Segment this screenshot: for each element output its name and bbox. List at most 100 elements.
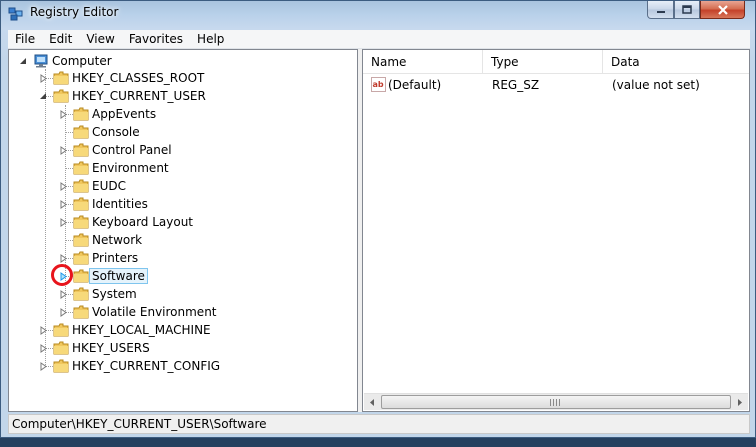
expand-arrow-icon[interactable] <box>59 145 68 155</box>
tree-node-hku[interactable]: HKEY_USERS <box>39 339 153 357</box>
tree-label[interactable]: Identities <box>89 196 151 212</box>
expand-arrow-icon[interactable] <box>59 199 68 209</box>
tree-label-computer[interactable]: Computer <box>49 53 115 69</box>
folder-icon <box>53 359 69 373</box>
tree-label[interactable]: Control Panel <box>89 142 175 158</box>
expand-arrow-icon[interactable] <box>59 109 68 119</box>
horizontal-scrollbar[interactable] <box>364 393 748 410</box>
menu-edit[interactable]: Edit <box>42 31 79 48</box>
folder-icon <box>73 107 89 121</box>
value-data: (value not set) <box>612 78 700 92</box>
collapse-arrow-icon[interactable] <box>19 57 28 66</box>
computer-icon <box>34 54 48 68</box>
column-header-data[interactable]: Data <box>603 50 749 74</box>
tree-label-hkcr[interactable]: HKEY_CLASSES_ROOT <box>69 70 207 86</box>
folder-icon <box>73 197 89 211</box>
tree-label-hku[interactable]: HKEY_USERS <box>69 340 153 356</box>
minimize-button[interactable] <box>647 1 674 19</box>
tree-label[interactable]: Keyboard Layout <box>89 214 196 230</box>
expand-arrow-icon[interactable] <box>59 181 68 191</box>
folder-icon <box>73 233 89 247</box>
tree-label[interactable]: System <box>89 286 140 302</box>
taskbar-strip <box>0 438 756 447</box>
folder-icon <box>73 179 89 193</box>
maximize-icon <box>682 5 692 14</box>
expand-arrow-icon[interactable] <box>39 325 48 335</box>
tree-node-system[interactable]: System <box>59 285 140 303</box>
tree-node-console[interactable]: Console <box>73 123 143 141</box>
expand-arrow-icon[interactable] <box>59 217 68 227</box>
expand-arrow-icon[interactable] <box>39 73 48 83</box>
tree-label[interactable]: AppEvents <box>89 106 159 122</box>
collapse-arrow-icon[interactable] <box>39 92 48 101</box>
tree-node-printers[interactable]: Printers <box>59 249 141 267</box>
column-header-type[interactable]: Type <box>483 50 603 74</box>
tree-node-control-panel[interactable]: Control Panel <box>59 141 175 159</box>
menu-view[interactable]: View <box>79 31 121 48</box>
tree-label-hkcu[interactable]: HKEY_CURRENT_USER <box>69 88 209 104</box>
expand-arrow-icon[interactable] <box>59 307 68 317</box>
close-button[interactable] <box>700 1 745 19</box>
folder-icon <box>53 89 69 103</box>
chevron-right-icon <box>738 398 742 406</box>
window-title: Registry Editor <box>30 5 119 19</box>
chevron-left-icon <box>370 398 374 406</box>
expand-arrow-icon[interactable] <box>59 253 68 263</box>
folder-icon <box>53 341 69 355</box>
folder-icon <box>73 161 89 175</box>
tree-label[interactable]: Environment <box>89 160 172 176</box>
tree-node-network[interactable]: Network <box>73 231 145 249</box>
column-header-row: Name Type Data <box>363 50 749 74</box>
expand-arrow-icon[interactable] <box>39 343 48 353</box>
value-row[interactable]: ab (Default) REG_SZ (value not set) <box>363 76 749 94</box>
tree-node-hkcu[interactable]: HKEY_CURRENT_USER <box>39 87 209 105</box>
tree-label[interactable]: Network <box>89 232 145 248</box>
tree-label-selected[interactable]: Software <box>89 268 148 284</box>
registry-tree[interactable]: Computer HKEY_CLASSES_ROOT HKEY_CURRENT_… <box>8 49 358 412</box>
folder-icon <box>73 125 89 139</box>
tree-node-volatile-environment[interactable]: Volatile Environment <box>59 303 220 321</box>
tree-label[interactable]: EUDC <box>89 178 129 194</box>
status-bar: Computer\HKEY_CURRENT_USER\Software <box>8 414 750 434</box>
annotation-circle <box>51 264 73 286</box>
tree-node-hkcc[interactable]: HKEY_CURRENT_CONFIG <box>39 357 223 375</box>
tree-label-hkcc[interactable]: HKEY_CURRENT_CONFIG <box>69 358 223 374</box>
scroll-left-button[interactable] <box>364 394 381 410</box>
expand-arrow-icon[interactable] <box>39 361 48 371</box>
registry-editor-icon <box>8 7 23 21</box>
folder-icon <box>73 305 89 319</box>
minimize-icon <box>656 10 665 13</box>
maximize-button[interactable] <box>674 1 700 19</box>
tree-label[interactable]: Volatile Environment <box>89 304 220 320</box>
folder-icon <box>73 269 89 283</box>
title-bar[interactable]: Registry Editor <box>1 1 755 27</box>
content-area: Computer HKEY_CLASSES_ROOT HKEY_CURRENT_… <box>8 49 750 412</box>
grip-icon <box>550 399 560 406</box>
tree-node-computer[interactable]: Computer <box>19 52 115 70</box>
folder-icon <box>73 143 89 157</box>
expand-arrow-icon[interactable] <box>59 289 68 299</box>
tree-node-hkcr[interactable]: HKEY_CLASSES_ROOT <box>39 69 207 87</box>
folder-icon <box>73 251 89 265</box>
values-list[interactable]: Name Type Data ab (Default) REG_SZ (valu… <box>362 49 750 412</box>
column-header-name[interactable]: Name <box>363 50 483 74</box>
tree-label[interactable]: Console <box>89 124 143 140</box>
tree-node-hklm[interactable]: HKEY_LOCAL_MACHINE <box>39 321 214 339</box>
string-value-icon: ab <box>371 77 386 92</box>
tree-node-environment[interactable]: Environment <box>73 159 172 177</box>
svg-text:ab: ab <box>373 80 384 89</box>
scroll-right-button[interactable] <box>731 394 748 410</box>
tree-label-hklm[interactable]: HKEY_LOCAL_MACHINE <box>69 322 214 338</box>
menu-favorites[interactable]: Favorites <box>122 31 190 48</box>
menu-help[interactable]: Help <box>190 31 231 48</box>
folder-icon <box>53 71 69 85</box>
tree-label[interactable]: Printers <box>89 250 141 266</box>
tree-node-eudc[interactable]: EUDC <box>59 177 129 195</box>
tree-node-identities[interactable]: Identities <box>59 195 151 213</box>
value-type: REG_SZ <box>492 78 540 92</box>
scroll-thumb[interactable] <box>381 395 731 409</box>
tree-node-appevents[interactable]: AppEvents <box>59 105 159 123</box>
tree-node-keyboard-layout[interactable]: Keyboard Layout <box>59 213 196 231</box>
registry-editor-window: Registry Editor File Edit View Favorites… <box>0 0 756 438</box>
menu-file[interactable]: File <box>8 31 42 48</box>
